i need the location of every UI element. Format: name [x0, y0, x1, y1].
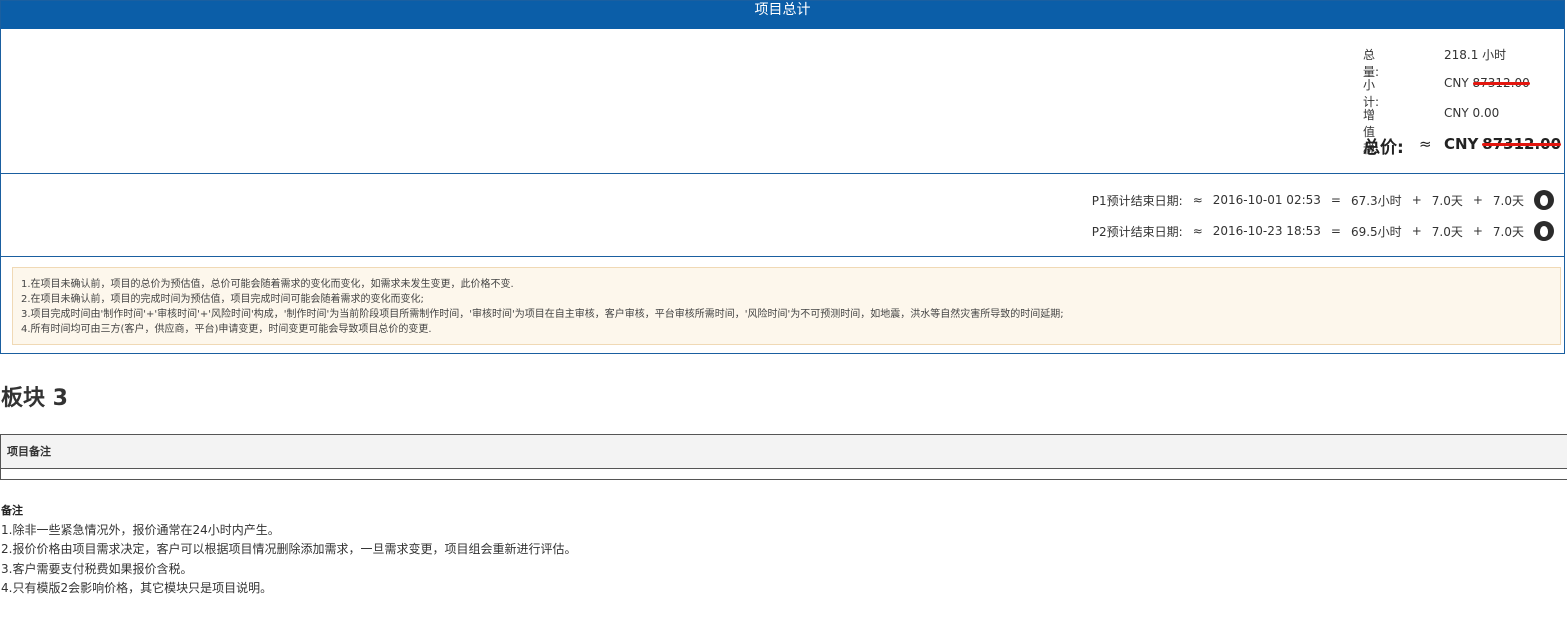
- p2-plus-1: +: [1411, 224, 1422, 238]
- subtotal-currency: CNY: [1444, 76, 1469, 90]
- p2-approx: ≈: [1192, 224, 1203, 238]
- subtotal-label: 小计:: [1363, 78, 1380, 109]
- subtotal-value-wrap: CNY 87312.00: [1444, 76, 1530, 90]
- total-qty-value: 218.1 小时: [1444, 48, 1507, 62]
- p1-risk-time: 7.0天: [1492, 193, 1524, 208]
- notice-line: 2.在项目未确认前，项目的完成时间为预估值，项目完成时间可能会随着需求的变化而变…: [21, 294, 424, 305]
- p1-date-row: P1预计结束日期: ≈ 2016-10-01 02:53 = 67.3小时 + …: [1092, 190, 1554, 210]
- p2-date: 2016-10-23 18:53: [1212, 224, 1321, 238]
- notice-line: 1.在项目未确认前，项目的总价为预估值，总价可能会随着需求的变化而变化，如需求未…: [21, 279, 514, 290]
- approx-icon: ≈: [1419, 135, 1432, 153]
- subtotal-value: 87312.00: [1472, 76, 1530, 90]
- p1-date: 2016-10-01 02:53: [1212, 193, 1321, 207]
- p1-plus-1: +: [1411, 193, 1422, 207]
- p1-equals: =: [1330, 193, 1341, 207]
- p1-approx: ≈: [1192, 193, 1203, 207]
- total-price-value-wrap: CNY 87312.00: [1444, 135, 1561, 153]
- p2-equals: =: [1330, 224, 1341, 238]
- project-remarks-header: 项目备注: [1, 435, 1567, 469]
- total-price-currency: CNY: [1444, 135, 1479, 153]
- tux-penguin-icon[interactable]: [1534, 221, 1554, 241]
- remark-line: 4.只有模版2会影响价格，其它模块只是项目说明。: [1, 581, 273, 595]
- panel-title: 项目总计: [1, 1, 1564, 29]
- total-qty-label: 总量:: [1363, 48, 1380, 79]
- remark-line: 3.客户需要支付税费如果报价含税。: [1, 561, 193, 576]
- total-price-value: 87312.00: [1482, 135, 1562, 153]
- p2-review-time: 7.0天: [1431, 224, 1463, 239]
- remark-line: 2.报价价格由项目需求决定，客户可以根据项目情况删除添加需求，一旦需求变更，项目…: [1, 542, 577, 556]
- notice-line: 4.所有时间均可由三方(客户，供应商，平台)申请变更，时间变更可能会导致项目总价…: [21, 324, 432, 335]
- tux-penguin-icon[interactable]: [1534, 190, 1554, 210]
- p1-date-label: P1预计结束日期:: [1091, 193, 1183, 208]
- section-3-title: 板块 3: [1, 386, 68, 411]
- summary-section: 总量: 218.1 小时 小计: CNY 87312.00 增值税: CNY 0…: [1, 29, 1564, 174]
- remarks-title: 备注: [1, 504, 23, 517]
- p1-production-time: 67.3小时: [1350, 193, 1402, 208]
- total-price-label: 总价:: [1363, 138, 1404, 158]
- p2-plus-2: +: [1472, 224, 1483, 238]
- remark-line: 1.除非一些紧急情况外，报价通常在24小时内产生。: [1, 522, 280, 537]
- p1-plus-2: +: [1472, 193, 1483, 207]
- estimate-notice-box: 1.在项目未确认前，项目的总价为预估值，总价可能会随着需求的变化而变化，如需求未…: [12, 267, 1561, 345]
- p2-risk-time: 7.0天: [1492, 224, 1524, 239]
- total-price-row: 总价: ≈ CNY 87312.00: [1, 133, 1567, 158]
- remarks-section: 备注 1.除非一些紧急情况外，报价通常在24小时内产生。 2.报价价格由项目需求…: [1, 501, 576, 599]
- p2-date-row: P2预计结束日期: ≈ 2016-10-23 18:53 = 69.5小时 + …: [1092, 221, 1554, 241]
- project-summary-panel: 项目总计 总量: 218.1 小时 小计: CNY 87312.00 增值税: …: [0, 0, 1565, 354]
- p2-date-label: P2预计结束日期:: [1091, 224, 1183, 239]
- project-remarks-table: 项目备注: [0, 434, 1567, 480]
- p2-production-time: 69.5小时: [1350, 224, 1402, 239]
- vat-value: CNY 0.00: [1444, 106, 1500, 120]
- estimated-dates-section: P1预计结束日期: ≈ 2016-10-01 02:53 = 67.3小时 + …: [1, 174, 1564, 257]
- notice-line: 3.项目完成时间由'制作时间'+'审核时间'+'风险时间'构成，'制作时间'为当…: [21, 309, 1064, 320]
- p1-review-time: 7.0天: [1431, 193, 1463, 208]
